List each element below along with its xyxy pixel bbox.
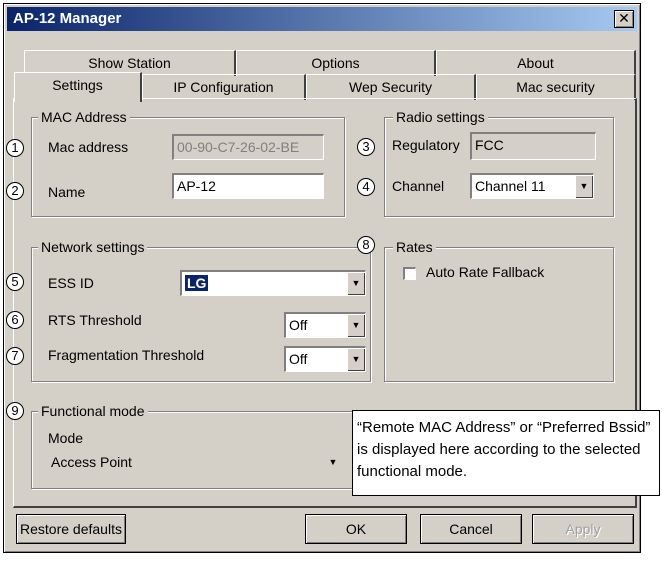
mac-address-field: 00-90-C7-26-02-BE bbox=[172, 134, 324, 160]
annotation-callout: “Remote MAC Address” or “Preferred Bssid… bbox=[352, 410, 660, 496]
ess-id-select[interactable]: LG ▼ bbox=[180, 270, 366, 296]
name-label: Name bbox=[48, 184, 86, 200]
rts-threshold-label: RTS Threshold bbox=[48, 312, 142, 328]
network-settings-group-label: Network settings bbox=[38, 239, 148, 255]
marker-9: 9 bbox=[6, 402, 24, 420]
tab-wep-security[interactable]: Wep Security bbox=[306, 74, 476, 100]
marker-7: 7 bbox=[6, 347, 24, 365]
marker-3: 3 bbox=[357, 138, 375, 156]
tab-mac-security[interactable]: Mac security bbox=[476, 74, 636, 100]
tab-options[interactable]: Options bbox=[236, 50, 436, 76]
chevron-down-icon[interactable]: ▼ bbox=[575, 175, 593, 198]
rts-threshold-select[interactable]: Off ▼ bbox=[284, 312, 366, 338]
chevron-down-icon[interactable]: ▼ bbox=[324, 451, 342, 477]
auto-rate-fallback-checkbox[interactable] bbox=[403, 267, 416, 280]
mode-select[interactable]: Access Point ▼ bbox=[48, 451, 342, 477]
cancel-button[interactable]: Cancel bbox=[420, 514, 522, 544]
ok-button[interactable]: OK bbox=[305, 514, 407, 544]
tab-ip-configuration[interactable]: IP Configuration bbox=[142, 74, 306, 100]
title-bar: AP-12 Manager ✕ bbox=[7, 7, 637, 31]
channel-label: Channel bbox=[392, 178, 445, 194]
chevron-down-icon[interactable]: ▼ bbox=[347, 272, 365, 295]
marker-8: 8 bbox=[357, 236, 375, 254]
radio-settings-group-label: Radio settings bbox=[393, 109, 488, 125]
mode-label: Mode bbox=[48, 430, 84, 446]
ess-id-value: LG bbox=[185, 275, 209, 291]
marker-5: 5 bbox=[6, 273, 24, 291]
marker-4: 4 bbox=[357, 178, 375, 196]
restore-defaults-button[interactable]: Restore defaults bbox=[16, 514, 126, 544]
channel-select[interactable]: Channel 11 ▼ bbox=[470, 173, 594, 199]
tab-settings[interactable]: Settings bbox=[14, 72, 142, 102]
ess-id-label: ESS ID bbox=[48, 275, 94, 291]
functional-mode-group-label: Functional mode bbox=[38, 403, 148, 419]
mac-address-label: Mac address bbox=[48, 139, 129, 155]
fragmentation-threshold-value: Off bbox=[289, 351, 308, 367]
marker-6: 6 bbox=[6, 311, 24, 329]
mac-address-group bbox=[31, 117, 345, 217]
auto-rate-fallback-label: Auto Rate Fallback bbox=[426, 264, 545, 280]
mac-address-group-label: MAC Address bbox=[38, 109, 130, 125]
regulatory-label: Regulatory bbox=[392, 137, 460, 153]
regulatory-field: FCC bbox=[470, 132, 596, 160]
close-button[interactable]: ✕ bbox=[614, 10, 634, 28]
rts-threshold-value: Off bbox=[289, 317, 308, 333]
name-input[interactable]: AP-12 bbox=[172, 173, 324, 199]
apply-button: Apply bbox=[532, 514, 634, 544]
chevron-down-icon[interactable]: ▼ bbox=[347, 348, 365, 371]
rates-group-label: Rates bbox=[393, 239, 436, 255]
marker-1: 1 bbox=[6, 139, 24, 157]
tab-about[interactable]: About bbox=[436, 50, 636, 76]
chevron-down-icon[interactable]: ▼ bbox=[347, 314, 365, 337]
channel-value: Channel 11 bbox=[475, 178, 546, 194]
mode-value: Access Point bbox=[51, 454, 132, 470]
fragmentation-threshold-select[interactable]: Off ▼ bbox=[284, 346, 366, 372]
window-title: AP-12 Manager bbox=[13, 10, 122, 27]
marker-2: 2 bbox=[6, 182, 24, 200]
fragmentation-threshold-label: Fragmentation Threshold bbox=[48, 347, 205, 363]
